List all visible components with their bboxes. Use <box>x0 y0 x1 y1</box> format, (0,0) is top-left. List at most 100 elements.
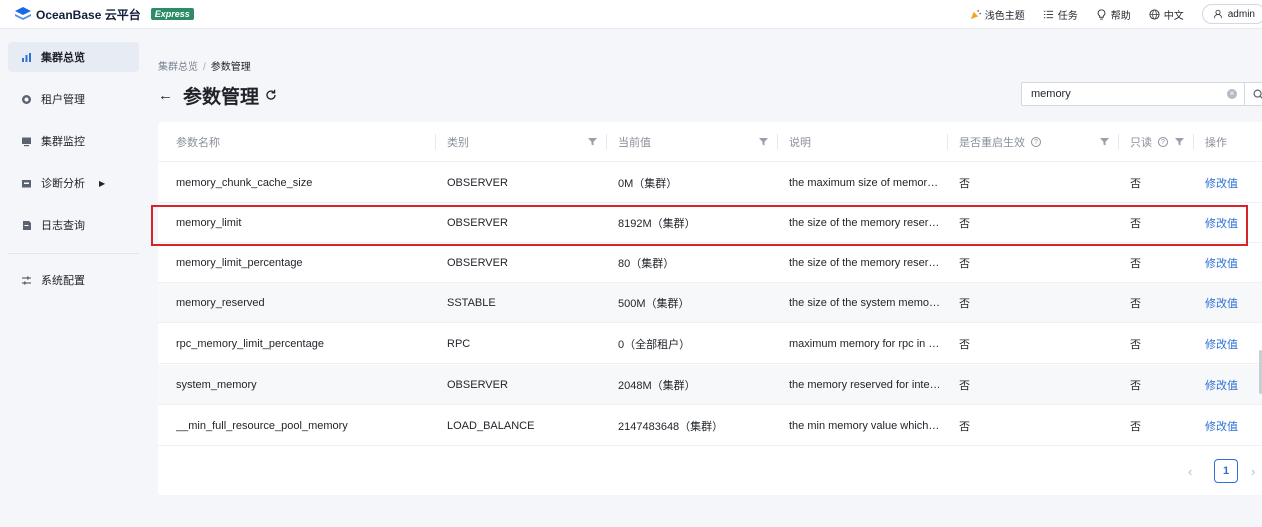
param-category: OBSERVER <box>447 217 508 229</box>
next-page-icon[interactable]: › <box>1251 464 1255 479</box>
pagination-next: › <box>1251 459 1255 483</box>
pagination: ‹ <box>1188 459 1192 483</box>
param-name: rpc_memory_limit_percentage <box>176 338 324 350</box>
param-restart: 否 <box>959 178 970 190</box>
column-header-description: 说明 <box>789 137 811 149</box>
params-table-card: 参数名称 类别 当前值 说明 是否重启生效? 只读? 操作 memory_chu… <box>158 122 1262 495</box>
app-logo[interactable]: OceanBase 云平台 Express <box>14 4 194 24</box>
param-value: 2147483648（集群） <box>618 421 724 433</box>
param-name: memory_limit_percentage <box>176 257 303 269</box>
tasks-label: 任务 <box>1057 10 1078 22</box>
filter-icon[interactable] <box>1100 137 1109 146</box>
log-icon <box>23 220 31 230</box>
tenant-icon <box>22 94 31 104</box>
column-divider <box>435 134 436 150</box>
breadcrumb-parent[interactable]: 集群总览 <box>158 62 198 73</box>
sidebar-item-cluster-overview[interactable]: 集群总览 <box>8 42 139 72</box>
table-row: memory_chunk_cache_size OBSERVER 0M（集群） … <box>158 163 1262 203</box>
param-readonly: 否 <box>1130 380 1141 392</box>
filter-icon[interactable] <box>759 137 768 146</box>
bar-chart-icon <box>22 52 31 62</box>
caret-right-icon: ▶ <box>99 178 106 188</box>
help-icon[interactable]: ? <box>1158 137 1168 147</box>
search-input[interactable] <box>1022 83 1244 105</box>
param-value: 0M（集群） <box>618 178 678 190</box>
sidebar-item-diagnosis[interactable]: 诊断分析 ▶ <box>8 168 139 198</box>
sidebar-item-label: 集群监控 <box>41 136 85 148</box>
param-description: maximum memory for rpc in … <box>789 338 939 350</box>
param-name: memory_limit <box>176 217 242 229</box>
help-icon[interactable]: ? <box>1031 137 1041 147</box>
param-description: the memory reserved for inte… <box>789 379 939 391</box>
sidebar-item-log-query[interactable]: 日志查询 <box>8 210 139 240</box>
theme-switch[interactable]: 浅色主题 <box>970 7 1025 22</box>
param-category: SSTABLE <box>447 297 496 309</box>
column-header-restart: 是否重启生效? <box>959 122 1041 162</box>
user-menu-button[interactable]: admin <box>1201 4 1262 24</box>
modify-value-link[interactable]: 修改值 <box>1205 163 1255 203</box>
modify-value-link[interactable]: 修改值 <box>1205 283 1255 323</box>
param-name: memory_reserved <box>176 297 265 309</box>
modify-value-link[interactable]: 修改值 <box>1205 406 1255 446</box>
column-header-actions: 操作 <box>1205 137 1227 149</box>
back-arrow-icon[interactable]: ← <box>158 87 173 104</box>
param-restart: 否 <box>959 258 970 270</box>
sidebar: 集群总览 租户管理 集群监控 诊断分析 ▶ 日志查询 系统配置 <box>0 30 146 527</box>
sidebar-item-label: 集群总览 <box>41 52 85 64</box>
top-bar: OceanBase 云平台 Express 浅色主题 任务 帮助 中文 admi… <box>0 0 1262 29</box>
column-divider <box>606 134 607 150</box>
column-divider <box>777 134 778 150</box>
param-restart: 否 <box>959 380 970 392</box>
param-category: RPC <box>447 338 471 350</box>
param-description: the min memory value which… <box>789 420 939 432</box>
list-icon <box>1043 10 1053 18</box>
param-description: the size of the memory reser… <box>789 217 939 229</box>
prev-page-icon[interactable]: ‹ <box>1188 464 1192 479</box>
top-nav: 浅色主题 任务 帮助 中文 admin <box>970 4 1262 24</box>
table-row: __min_full_resource_pool_memory LOAD_BAL… <box>158 406 1262 446</box>
help-label: 帮助 <box>1110 10 1131 22</box>
monitor-icon <box>22 137 31 146</box>
modify-value-link[interactable]: 修改值 <box>1205 243 1255 283</box>
page-title: 参数管理 <box>183 86 260 108</box>
param-value: 8192M（集群） <box>618 218 696 230</box>
tasks-menu[interactable]: 任务 <box>1043 7 1078 22</box>
search-box: × <box>1021 82 1262 106</box>
modify-value-link[interactable]: 修改值 <box>1205 203 1255 243</box>
page-header: ← 参数管理 <box>158 82 277 108</box>
filter-icon[interactable] <box>1175 137 1184 146</box>
table-header: 参数名称 类别 当前值 说明 是否重启生效? 只读? 操作 <box>158 122 1262 162</box>
column-header-name: 参数名称 <box>176 137 220 149</box>
column-header-category: 类别 <box>447 137 469 149</box>
filter-icon[interactable] <box>588 137 597 146</box>
breadcrumb-current: 参数管理 <box>210 62 251 73</box>
sidebar-item-label: 日志查询 <box>41 220 85 232</box>
sidebar-item-cluster-monitor[interactable]: 集群监控 <box>8 126 139 156</box>
language-label: 中文 <box>1163 10 1184 22</box>
param-readonly: 否 <box>1130 339 1141 351</box>
sidebar-item-system-config[interactable]: 系统配置 <box>8 265 139 295</box>
edition-badge: Express <box>150 8 194 20</box>
param-value: 2048M（集群） <box>618 380 696 392</box>
column-header-current-value: 当前值 <box>618 137 651 149</box>
param-name: system_memory <box>176 379 257 391</box>
param-description: the maximum size of memor… <box>789 177 939 189</box>
page-number[interactable]: 1 <box>1214 459 1238 483</box>
param-description: the size of the memory reser… <box>789 257 939 269</box>
modify-value-link[interactable]: 修改值 <box>1205 365 1255 405</box>
search-button[interactable] <box>1244 82 1262 106</box>
pagination-current: 1 <box>1214 459 1238 483</box>
language-switch[interactable]: 中文 <box>1149 7 1184 22</box>
user-name: admin <box>1227 8 1255 20</box>
help-menu[interactable]: 帮助 <box>1096 7 1131 22</box>
param-value: 0（全部租户） <box>618 339 691 351</box>
param-readonly: 否 <box>1130 421 1141 433</box>
modify-value-link[interactable]: 修改值 <box>1205 324 1255 364</box>
param-name: __min_full_resource_pool_memory <box>176 420 348 432</box>
refresh-icon[interactable] <box>265 89 277 101</box>
param-readonly: 否 <box>1130 218 1141 230</box>
clear-icon[interactable]: × <box>1227 89 1237 99</box>
sidebar-item-tenant-management[interactable]: 租户管理 <box>8 84 139 114</box>
oceanbase-logo-icon <box>15 7 31 20</box>
param-category: OBSERVER <box>447 177 508 189</box>
